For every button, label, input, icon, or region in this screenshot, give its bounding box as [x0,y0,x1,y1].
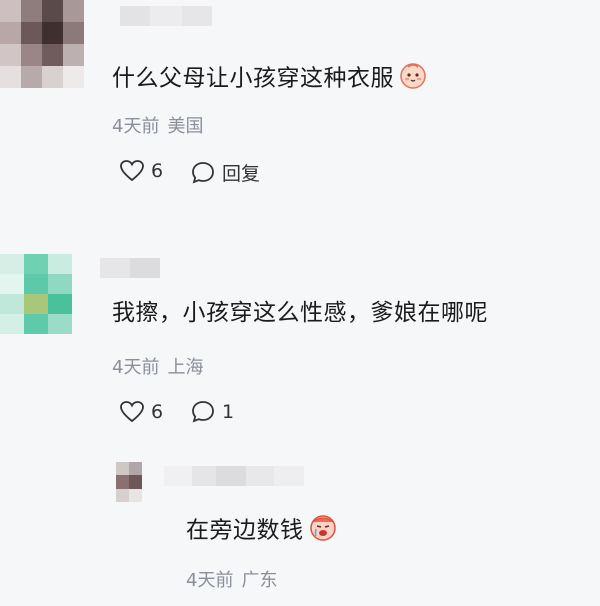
reply-location: 广东 [241,570,278,591]
comment-bubble-icon [192,401,214,423]
avatar[interactable] [0,0,84,88]
like-button[interactable]: 6 [119,159,163,183]
comment-text: 我擦，小孩穿这么性感，爹娘在哪呢 [112,300,488,326]
like-count: 6 [151,401,164,423]
avatar[interactable] [0,254,72,334]
reply-button[interactable]: 1 [190,400,234,424]
crying-face-emoji [308,512,338,550]
comment-location: 美国 [167,116,204,137]
comment-bubble-icon [192,161,214,183]
reply-button[interactable]: 回复 [190,159,260,186]
comment-meta: 4天前 美国 [112,112,203,138]
comment-location: 上海 [167,357,204,378]
username-blurred[interactable] [120,6,212,26]
like-button[interactable]: 6 [119,400,163,424]
heart-icon [120,401,144,423]
reply-time: 4天前 [186,570,234,591]
avatar[interactable] [116,462,142,502]
reply-meta: 4天前 广东 [186,566,277,592]
username-blurred[interactable] [164,466,304,486]
reply-text: 在旁边数钱 [186,512,338,550]
comment-meta: 4天前 上海 [112,353,203,379]
reply-label: 回复 [222,163,261,185]
reply-count: 1 [222,401,235,423]
comment-time: 4天前 [112,357,160,378]
heart-icon [120,160,144,182]
comment-text: 什么父母让小孩穿这种衣服 [112,60,428,98]
baby-face-emoji [398,60,428,98]
like-count: 6 [151,160,164,182]
username-blurred[interactable] [100,258,160,278]
comment-time: 4天前 [112,116,160,137]
